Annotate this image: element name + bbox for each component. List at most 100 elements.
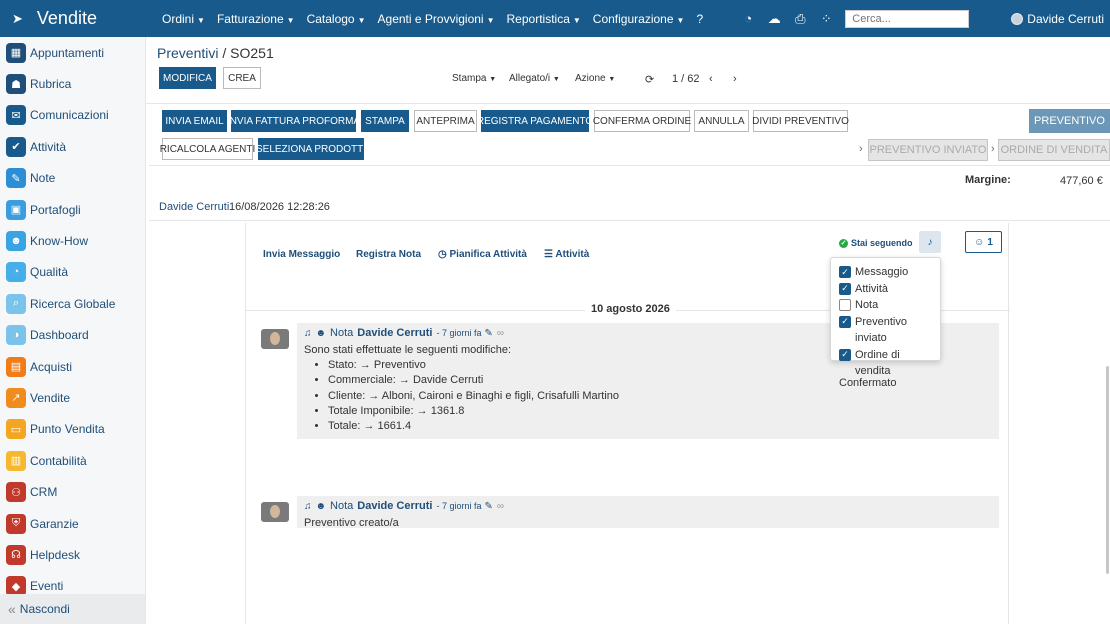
print-button[interactable]: STAMPA (361, 110, 409, 132)
checkbox[interactable] (839, 299, 851, 311)
global-search-input[interactable] (845, 9, 970, 28)
sidebar-item[interactable]: ◑ Dashboard (0, 320, 145, 351)
subscription-option-nota[interactable]: Nota (839, 297, 932, 314)
status-ordine-vendita[interactable]: ORDINE DI VENDITA (998, 139, 1110, 161)
breadcrumb-parent[interactable]: Preventivi (157, 45, 218, 61)
caret-down-icon: ▼ (676, 15, 685, 25)
notifications-button[interactable]: ♪ (919, 231, 941, 253)
subscription-option-preventivo-inviato[interactable]: ✓ Preventivo inviato (839, 314, 932, 347)
checkbox[interactable]: ✓ (839, 315, 851, 328)
pager-counter[interactable]: 1 / 62 (672, 73, 700, 85)
actions-dropdown[interactable]: Azione ▼ (575, 73, 615, 84)
sidebar-item[interactable]: ☊ Helpdesk (0, 539, 145, 570)
preview-button[interactable]: ANTEPRIMA (414, 110, 477, 132)
followers-button[interactable]: ☺ 1 (965, 231, 1002, 253)
create-button[interactable]: CREA (223, 67, 261, 89)
edit-button[interactable]: MODIFICA (159, 67, 216, 89)
confirm-order-button[interactable]: CONFERMA ORDINE (593, 110, 691, 132)
message-header: ♫ ☻ Nota Davide Cerruti - 7 giorni fa ✎ … (304, 499, 992, 513)
message-author[interactable]: Davide Cerruti (357, 500, 432, 512)
status-preventivo[interactable]: PREVENTIVO (1029, 109, 1110, 133)
glasses-icon[interactable]: ∞ (497, 501, 504, 512)
log-note-button[interactable]: Registra Nota (356, 249, 421, 260)
following-label: Stai seguendo (851, 238, 913, 248)
user-name: Davide Cerruti (1027, 11, 1104, 26)
recalc-agents-button[interactable]: RICALCOLA AGENTI (160, 138, 255, 160)
glasses-icon[interactable]: ∞ (497, 328, 504, 339)
sidebar-item[interactable]: ▦ Appuntamenti (0, 37, 145, 68)
sidebar-item[interactable]: ☻ Know-How (0, 225, 145, 256)
sidebar-item[interactable]: ↗ Vendite (0, 382, 145, 413)
split-quote-button[interactable]: DIVIDI PREVENTIVO (752, 110, 849, 132)
subscription-label: Messaggio (855, 266, 909, 278)
edit-icon[interactable]: ✎ (485, 501, 493, 512)
activities-button[interactable]: ☰ Attività (544, 249, 589, 260)
schedule-activity-button[interactable]: ◷ Pianifica Attività (438, 249, 527, 260)
sidebar-item[interactable]: ✎ Note (0, 163, 145, 194)
change-item: Cliente: → Alboni, Caironi e Binaghi e f… (328, 389, 992, 404)
send-email-button[interactable]: INVIA EMAIL (162, 110, 227, 132)
sidebar-item-label: Helpdesk (30, 547, 81, 562)
chat-bubbles-icon[interactable]: ☁ (761, 11, 787, 27)
handshake-icon: ⚇ (6, 482, 26, 503)
caret-down-icon: ▼ (552, 76, 560, 83)
sidebar-item[interactable]: ◔ Qualità (0, 257, 145, 288)
sidebar-item[interactable]: ▤ Acquisti (0, 351, 145, 382)
user-menu[interactable]: Davide Cerruti (1011, 12, 1110, 26)
sidebar-item[interactable]: ▣ Portafogli (0, 194, 145, 225)
sidebar-item[interactable]: ▭ Punto Vendita (0, 414, 145, 445)
subscription-option-attivita[interactable]: ✓ Attività (839, 281, 932, 298)
following-status[interactable]: ✓ Stai seguendo (839, 238, 913, 248)
sidebar-item[interactable]: ✉ Comunicazioni (0, 100, 145, 131)
sidebar-item-label: Comunicazioni (30, 108, 109, 123)
app-brand[interactable]: ➤ Vendite (0, 8, 145, 29)
refresh-icon[interactable]: ⟳ (645, 73, 654, 86)
user-icon: ☺ (974, 236, 985, 248)
pager-prev-icon[interactable]: ‹ (709, 73, 713, 85)
message-author-avatar (261, 502, 289, 522)
sidebar-item-label: Dashboard (30, 328, 89, 343)
menu-reportistica[interactable]: Reportistica ▼ (507, 12, 581, 26)
print-dropdown[interactable]: Stampa ▼ (452, 73, 496, 84)
status-preventivo-inviato[interactable]: PREVENTIVO INVIATO (868, 139, 988, 161)
menu-configurazione[interactable]: Configurazione ▼ (593, 12, 685, 26)
checkbox[interactable]: ✓ (839, 266, 851, 278)
check-icon: ✔ (6, 136, 26, 157)
subscription-option-ordine-vendita[interactable]: ✓ Ordine di vendita (839, 347, 932, 380)
dashboard-icon: ◑ (6, 325, 26, 346)
subscription-label: Preventivo inviato (855, 315, 907, 345)
subscription-option-messaggio[interactable]: ✓ Messaggio (839, 264, 932, 281)
attachments-dropdown[interactable]: Allegato/i ▼ (509, 73, 560, 84)
sidebar-item[interactable]: ✔ Attività (0, 131, 145, 162)
checkbox[interactable]: ✓ (839, 282, 851, 295)
breadcrumb-current: SO251 (230, 45, 274, 61)
register-payment-button[interactable]: REGISTRA PAGAMENTO (477, 110, 593, 132)
loading-icon: ⁘ (820, 10, 832, 26)
timer-icon[interactable]: ◔ (735, 11, 761, 26)
sidebar-collapse-button[interactable]: « Nascondi (0, 594, 145, 624)
select-products-button[interactable]: SELEZIONA PRODOTTI (256, 138, 366, 160)
sidebar-item-label: Appuntamenti (30, 45, 105, 60)
menu-catalogo[interactable]: Catalogo ▼ (307, 12, 366, 26)
sidebar-item[interactable]: ⌕ Ricerca Globale (0, 288, 145, 319)
bell-icon: ♫ (304, 500, 312, 512)
sidebar-item[interactable]: ⛨ Garanzie (0, 508, 145, 539)
menu-ordini[interactable]: Ordini ▼ (162, 12, 205, 26)
send-message-button[interactable]: Invia Messaggio (263, 249, 340, 260)
menu-agenti-provvigioni[interactable]: Agenti e Provvigioni ▼ (378, 12, 495, 26)
record-user-link[interactable]: Davide Cerruti (159, 201, 229, 213)
cancel-button[interactable]: ANNULLA (694, 110, 749, 132)
printer-icon[interactable]: ⎙ (787, 11, 813, 27)
sidebar-item[interactable]: ▥ Contabilità (0, 445, 145, 476)
send-proforma-button[interactable]: INVIA FATTURA PROFORMA (227, 110, 360, 132)
scrollbar[interactable] (1106, 366, 1109, 574)
help-menu[interactable]: ? (696, 12, 703, 26)
sidebar-item[interactable]: ☗ Rubrica (0, 68, 145, 99)
rocket-icon: ➤ (12, 10, 23, 26)
pager-next-icon[interactable]: › (733, 73, 737, 85)
message-author[interactable]: Davide Cerruti (357, 327, 432, 339)
edit-icon[interactable]: ✎ (485, 328, 493, 339)
checkbox[interactable]: ✓ (839, 348, 851, 361)
sidebar-item[interactable]: ⚇ CRM (0, 476, 145, 507)
menu-fatturazione[interactable]: Fatturazione ▼ (217, 12, 295, 26)
